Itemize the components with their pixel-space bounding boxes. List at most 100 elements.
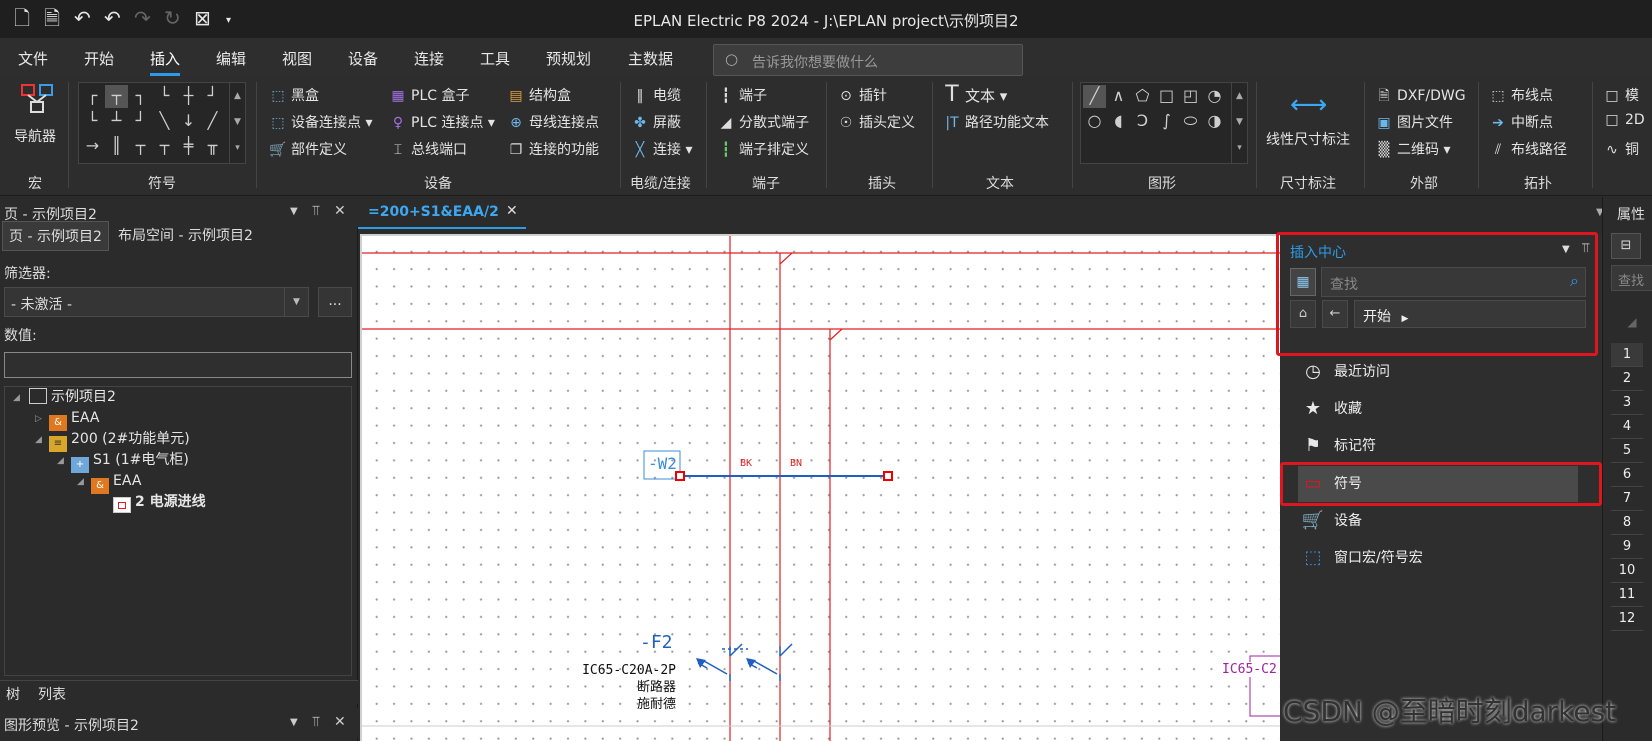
connection-button[interactable]: ╳ 连接 ▾: [630, 139, 693, 159]
2d-button[interactable]: □ 2D: [1602, 112, 1644, 128]
break-symbol-icon[interactable]: ┼: [177, 85, 200, 108]
image-file-button[interactable]: ▣ 图片文件: [1374, 112, 1453, 132]
tree-node-eaa-sub[interactable]: & EAA: [91, 471, 141, 494]
document-tab[interactable]: =200+S1&EAA/2 ✕: [358, 197, 526, 229]
menu-preplanning[interactable]: 预规划: [546, 48, 591, 69]
blackbox-button[interactable]: ⬚ 黑盒: [268, 85, 319, 105]
property-row-4[interactable]: 4: [1611, 415, 1643, 439]
navigator-button[interactable]: 导航器: [14, 126, 56, 146]
gallery-expand-icon[interactable]: ▾: [229, 135, 245, 163]
routing-point-button[interactable]: ⬚ 布线点: [1488, 85, 1553, 105]
plc-connection-point-button[interactable]: ♀ PLC 连接点 ▾: [388, 112, 495, 132]
connected-function-button[interactable]: ❐ 连接的功能: [506, 139, 599, 159]
line-icon[interactable]: ╱: [1083, 85, 1106, 108]
polyline-icon[interactable]: ∧: [1107, 85, 1130, 108]
pin-icon[interactable]: ⫪: [312, 203, 320, 219]
page-tree[interactable]: ◢ 示例项目2 ▷ & EAA ◢ ≡ 200 (2#功能单元) ◢ + S1 (1#…: [4, 386, 352, 676]
menu-device[interactable]: 设备: [348, 48, 378, 69]
tree-node-project[interactable]: 示例项目2: [29, 387, 116, 407]
symbol-gallery[interactable]: ┌ ┬ ┐ └ ┼ ┘ └ ┴ ┘ ╲ ↓ ╱ → ║ ┬ ┬ ╪ ╥ ▲ ▼ …: [78, 82, 246, 164]
properties-search[interactable]: 查找: [1611, 265, 1652, 291]
angle-symbol-icon[interactable]: ╱: [201, 110, 224, 133]
property-row-12[interactable]: 12: [1611, 607, 1643, 631]
plug-definition-button[interactable]: ☉ 插头定义: [836, 112, 915, 132]
sector-icon[interactable]: ◑: [1203, 110, 1226, 133]
text-button[interactable]: T 文本 ▾: [942, 82, 1007, 107]
expand-arrow-icon[interactable]: ◢: [57, 456, 64, 466]
close-icon[interactable]: ✕: [334, 714, 346, 730]
gallery-expand-icon[interactable]: ▾: [1231, 135, 1247, 163]
expand-arrow-icon[interactable]: ◢: [77, 477, 84, 487]
property-row-10[interactable]: 10: [1611, 559, 1643, 583]
arc-icon[interactable]: ◔: [1203, 85, 1226, 108]
corner-symbol-icon[interactable]: └: [81, 110, 104, 133]
menu-master-data[interactable]: 主数据: [628, 48, 673, 69]
copper-button[interactable]: ∿ 铜: [1602, 139, 1639, 159]
linear-dimension-icon[interactable]: ⟷: [1290, 90, 1327, 120]
arc-icon[interactable]: ◖: [1107, 110, 1130, 133]
angle-symbol-icon[interactable]: └: [153, 85, 176, 108]
expand-arrow-icon[interactable]: ◢: [35, 435, 42, 445]
arrow-down-symbol-icon[interactable]: ↓: [177, 110, 200, 133]
insert-center-item-devices[interactable]: 🛒 设备: [1300, 505, 1362, 537]
graphic-gallery[interactable]: ╱ ∧ ⬠ □ ◰ ◔ ○ ◖ Ɔ ∫ ⬭ ◑ ▲ ▼ ▾: [1080, 82, 1248, 164]
cable-button[interactable]: ‖ 电缆: [630, 85, 682, 105]
bus-port-button[interactable]: ⌶ 总线端口: [388, 139, 467, 159]
menu-insert[interactable]: 插入: [150, 48, 181, 76]
tree-node-page-2[interactable]: 2 电源进线: [113, 492, 206, 513]
diagonal-symbol-icon[interactable]: ╲: [153, 110, 176, 133]
terminal-strip-definition-button[interactable]: ┇ 端子排定义: [716, 139, 809, 159]
corner-symbol-icon[interactable]: ┴: [105, 110, 128, 133]
property-row-2[interactable]: 2: [1611, 367, 1643, 391]
busbar-connection-point-button[interactable]: ⊕ 母线连接点: [506, 112, 599, 132]
tree-node-s1[interactable]: + S1 (1#电气柜): [71, 450, 189, 473]
angle-symbol-icon[interactable]: ┘: [201, 85, 224, 108]
corner-symbol-icon[interactable]: ┘: [129, 110, 152, 133]
t-symbol-icon[interactable]: ┬: [105, 85, 128, 108]
gallery-scroll-up-icon[interactable]: ▲: [229, 83, 245, 109]
cable-tag[interactable]: -W2: [648, 454, 677, 473]
property-row-8[interactable]: 8: [1611, 511, 1643, 535]
navigator-icon[interactable]: [14, 82, 60, 122]
collapse-arrow-icon[interactable]: ▷: [35, 414, 42, 424]
panel-menu-icon[interactable]: ▼: [290, 717, 298, 728]
menu-view[interactable]: 视图: [282, 48, 312, 69]
t-symbol-icon[interactable]: ┬: [129, 135, 152, 158]
tree-node-eaa[interactable]: & EAA: [49, 408, 99, 431]
tab-list[interactable]: 列表: [38, 684, 66, 704]
gallery-scroll-down-icon[interactable]: ▼: [1231, 109, 1247, 135]
distributed-terminal-button[interactable]: ◢ 分散式端子: [716, 112, 809, 132]
insert-center-item-favorites[interactable]: ★ 收藏: [1300, 393, 1362, 425]
property-row-5[interactable]: 5: [1611, 439, 1643, 463]
shield-button[interactable]: ✤ 屏蔽: [630, 112, 681, 132]
plc-box-button[interactable]: ▦ PLC 盒子: [388, 85, 469, 105]
close-icon[interactable]: ✕: [334, 203, 346, 219]
arrow-right-symbol-icon[interactable]: →: [81, 135, 104, 158]
arc-icon[interactable]: Ɔ: [1131, 110, 1154, 133]
property-row-7[interactable]: 7: [1611, 487, 1643, 511]
menu-tools[interactable]: 工具: [480, 48, 510, 69]
insert-center-item-markers[interactable]: ⚑ 标记符: [1300, 430, 1376, 462]
value-input[interactable]: [4, 352, 352, 378]
cross-symbol-icon[interactable]: ╪: [177, 135, 200, 158]
chevron-down-icon[interactable]: ▼: [284, 288, 308, 316]
corner-symbol-icon[interactable]: ┌: [81, 85, 104, 108]
tree-node-200[interactable]: ≡ 200 (2#功能单元): [49, 429, 190, 452]
gallery-scroll-up-icon[interactable]: ▲: [1231, 83, 1247, 109]
filter-select[interactable]: - 未激活 - ▼: [4, 287, 309, 317]
filter-more-button[interactable]: ...: [318, 287, 352, 317]
interruption-point-button[interactable]: ➔ 中断点: [1488, 112, 1553, 132]
insert-center-item-recent[interactable]: ◷ 最近访问: [1300, 356, 1390, 388]
t-symbol-icon[interactable]: ┬: [153, 135, 176, 158]
properties-toolbar-icon[interactable]: ◢: [1611, 315, 1652, 335]
path-function-text-button[interactable]: |T 路径功能文本: [942, 112, 1049, 132]
model-button[interactable]: □ 模: [1602, 85, 1639, 105]
menu-file[interactable]: 文件: [18, 48, 48, 69]
properties-tree-icon[interactable]: ⊟: [1611, 233, 1641, 259]
pin-button[interactable]: ⊙ 插针: [836, 85, 887, 105]
circle-icon[interactable]: ○: [1083, 110, 1106, 133]
insert-center-item-macros[interactable]: ⬚ 窗口宏/符号宏: [1300, 542, 1422, 574]
right-device-tag[interactable]: IC65-C2: [1222, 662, 1277, 677]
qr-code-button[interactable]: ▒ 二维码 ▾: [1374, 139, 1451, 159]
panel-menu-icon[interactable]: ▼: [290, 206, 298, 217]
